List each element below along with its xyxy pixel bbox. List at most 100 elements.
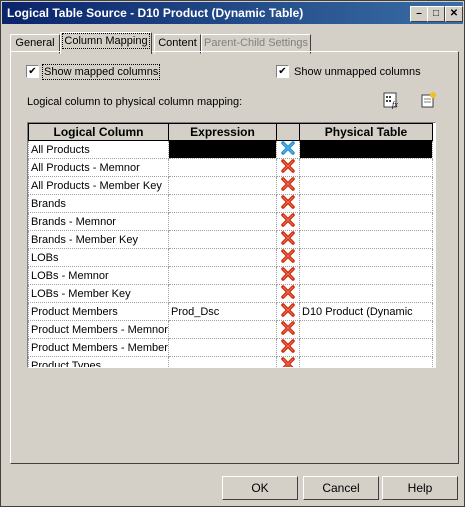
delete-x-icon [281, 177, 295, 191]
mapping-grid[interactable]: Logical Column Expression Physical Table… [27, 122, 436, 368]
expression-cell[interactable] [168, 320, 277, 339]
expression-cell[interactable] [168, 176, 277, 195]
ok-button[interactable]: OK [222, 476, 298, 500]
logical-column-cell[interactable]: All Products - Member Key [28, 176, 169, 195]
dialog-window: Logical Table Source - D10 Product (Dyna… [0, 0, 465, 507]
logical-column-cell[interactable]: Product Members - Member [28, 338, 169, 357]
header-physical-table[interactable]: Physical Table [299, 123, 433, 141]
window-title: Logical Table Source - D10 Product (Dyna… [7, 6, 304, 20]
expression-cell[interactable]: Prod_Dsc [168, 302, 277, 321]
physical-table-cell[interactable] [299, 266, 433, 285]
expression-cell[interactable] [168, 140, 277, 159]
delete-mapping-button[interactable] [276, 194, 300, 213]
cancel-button[interactable]: Cancel [303, 476, 379, 500]
delete-x-icon [281, 231, 295, 245]
expression-cell[interactable] [168, 248, 277, 267]
logical-column-cell[interactable]: Brands [28, 194, 169, 213]
delete-mapping-button[interactable] [276, 356, 300, 367]
logical-column-cell[interactable]: Brands - Memnor [28, 212, 169, 231]
tab-column-mapping-label: Column Mapping [62, 33, 150, 49]
expression-cell[interactable] [168, 356, 277, 367]
delete-mapping-button[interactable] [276, 140, 300, 159]
header-delete[interactable] [276, 123, 300, 141]
delete-mapping-button[interactable] [276, 302, 300, 321]
delete-x-icon [281, 357, 295, 367]
table-row[interactable]: Product Types [28, 356, 433, 367]
table-header-row: Logical Column Expression Physical Table [28, 123, 433, 141]
logical-column-cell[interactable]: All Products - Memnor [28, 158, 169, 177]
physical-table-cell[interactable]: D10 Product (Dynamic [299, 302, 433, 321]
delete-mapping-button[interactable] [276, 248, 300, 267]
show-mapped-checkbox[interactable]: ✔ Show mapped columns [26, 63, 161, 80]
physical-table-cell[interactable] [299, 158, 433, 177]
maximize-button[interactable]: □ [427, 6, 445, 22]
table-row[interactable]: All Products - Memnor [28, 158, 433, 177]
delete-mapping-button[interactable] [276, 320, 300, 339]
delete-mapping-button[interactable] [276, 176, 300, 195]
expression-cell[interactable] [168, 158, 277, 177]
logical-column-cell[interactable]: Brands - Member Key [28, 230, 169, 249]
delete-mapping-button[interactable] [276, 230, 300, 249]
expression-cell[interactable] [168, 266, 277, 285]
delete-x-icon [281, 303, 295, 317]
table-row[interactable]: All Products - Member Key [28, 176, 433, 195]
delete-x-icon [281, 195, 295, 209]
logical-column-cell[interactable]: Product Members - Memnor [28, 320, 169, 339]
delete-x-icon [281, 159, 295, 173]
show-mapped-label: Show mapped columns [41, 63, 161, 80]
physical-table-cell[interactable] [299, 248, 433, 267]
delete-mapping-button[interactable] [276, 212, 300, 231]
logical-column-cell[interactable]: LOBs [28, 248, 169, 267]
physical-table-cell[interactable] [299, 338, 433, 357]
show-unmapped-checkbox[interactable]: ✔ Show unmapped columns [276, 65, 421, 78]
title-bar[interactable]: Logical Table Source - D10 Product (Dyna… [2, 2, 463, 24]
table-row[interactable]: LOBs - Member Key [28, 284, 433, 303]
table-row[interactable]: Brands - Memnor [28, 212, 433, 231]
delete-mapping-button[interactable] [276, 158, 300, 177]
delete-mapping-button[interactable] [276, 338, 300, 357]
delete-x-icon [281, 321, 295, 335]
logical-column-cell[interactable]: Product Types [28, 356, 169, 367]
physical-table-cell[interactable] [299, 176, 433, 195]
table-row[interactable]: Product Members - Memnor [28, 320, 433, 339]
close-button[interactable]: ✕ [445, 6, 463, 22]
show-mapped-checkmark[interactable]: ✔ [26, 65, 39, 78]
expression-cell[interactable] [168, 284, 277, 303]
physical-table-cell[interactable] [299, 284, 433, 303]
show-unmapped-checkmark[interactable]: ✔ [276, 65, 289, 78]
minimize-button[interactable]: – [410, 6, 428, 22]
physical-table-cell[interactable] [299, 140, 433, 159]
logical-column-cell[interactable]: LOBs - Member Key [28, 284, 169, 303]
table-row[interactable]: Brands [28, 194, 433, 213]
add-mapping-icon[interactable] [418, 90, 438, 110]
expression-cell[interactable] [168, 212, 277, 231]
header-logical-column[interactable]: Logical Column [28, 123, 169, 141]
expression-cell[interactable] [168, 194, 277, 213]
header-expression[interactable]: Expression [168, 123, 277, 141]
delete-x-icon [281, 141, 295, 155]
expression-cell[interactable] [168, 338, 277, 357]
help-button[interactable]: Help [382, 476, 458, 500]
svg-text:fx: fx [392, 100, 398, 109]
table-row[interactable]: Product Members Prod_Dsc D10 Product (Dyna… [28, 302, 433, 321]
table-row[interactable]: Product Members - Member [28, 338, 433, 357]
physical-table-cell[interactable] [299, 230, 433, 249]
delete-x-icon [281, 213, 295, 227]
delete-mapping-button[interactable] [276, 284, 300, 303]
delete-mapping-button[interactable] [276, 266, 300, 285]
logical-column-cell[interactable]: All Products [28, 140, 169, 159]
expression-cell[interactable] [168, 230, 277, 249]
physical-table-cell[interactable] [299, 212, 433, 231]
table-body: All Products All Products - Memnor All Pro… [28, 140, 433, 367]
physical-table-cell[interactable] [299, 194, 433, 213]
tab-column-mapping[interactable]: Column Mapping [60, 32, 152, 54]
logical-column-cell[interactable]: LOBs - Memnor [28, 266, 169, 285]
table-row[interactable]: LOBs [28, 248, 433, 267]
logical-column-cell[interactable]: Product Members [28, 302, 169, 321]
table-row[interactable]: LOBs - Memnor [28, 266, 433, 285]
physical-table-cell[interactable] [299, 356, 433, 367]
table-row[interactable]: Brands - Member Key [28, 230, 433, 249]
physical-table-cell[interactable] [299, 320, 433, 339]
expression-builder-icon[interactable]: fx [381, 90, 401, 110]
table-row[interactable]: All Products [28, 140, 433, 159]
